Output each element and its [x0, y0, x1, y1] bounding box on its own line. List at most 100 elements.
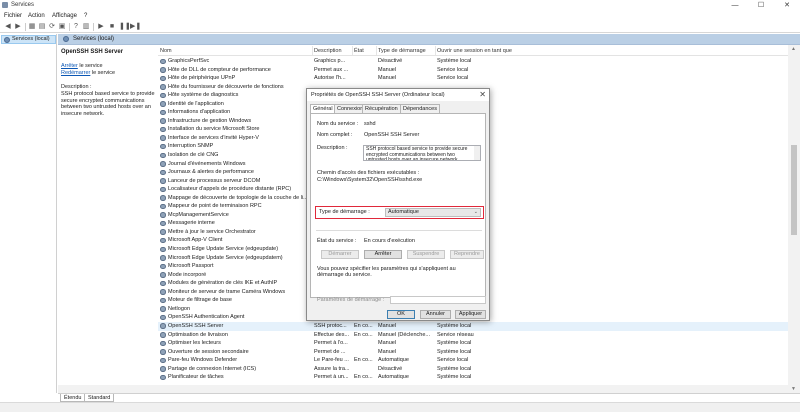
service-logon-cell: Service local: [437, 357, 469, 364]
start-params-hint: Vous pouvez spécifier les paramètres qui…: [317, 266, 456, 278]
service-name-cell: Microsoft Edge Update Service (edgeupdat…: [168, 254, 283, 261]
restart-icon[interactable]: ▶❚: [130, 23, 141, 31]
column-separator[interactable]: [435, 46, 436, 55]
tab-standard[interactable]: Standard: [84, 394, 115, 402]
gear-icon: [160, 84, 166, 90]
maximize-button[interactable]: ☐: [748, 0, 774, 11]
refresh-icon[interactable]: ⟳: [48, 23, 56, 31]
start-params-input[interactable]: [390, 296, 486, 304]
gear-icon: [160, 263, 166, 270]
gear-icon: [160, 366, 166, 372]
table-row[interactable]: Hôte de DLL de compteur de performance Pe…: [158, 66, 788, 75]
dialog-close-icon[interactable]: ✕: [479, 90, 486, 99]
column-header-logon[interactable]: Ouvrir une session en tant que: [437, 48, 512, 54]
description-label: Description :: [61, 84, 92, 90]
column-header-description[interactable]: Description: [314, 48, 342, 54]
startup-type-select[interactable]: Automatique ⌄: [385, 208, 481, 217]
gear-icon: [160, 186, 166, 193]
service-name-cell: Optimiser les lecteurs: [168, 340, 221, 347]
service-description-cell: Permet à un...: [314, 374, 349, 381]
column-separator[interactable]: [312, 46, 313, 55]
ok-button[interactable]: OK: [387, 310, 415, 319]
tab-etendu[interactable]: Étendu: [60, 394, 86, 402]
gear-icon: [160, 340, 166, 347]
tree-item-services-local[interactable]: Services (local): [1, 35, 56, 44]
column-header-state[interactable]: État: [354, 48, 364, 54]
stop-link[interactable]: Arrêter: [61, 63, 78, 69]
table-row[interactable]: Partage de connexion Internet (ICS) Assur…: [158, 365, 788, 374]
properties-dialog: Propriétés de OpenSSH SSH Server (Ordina…: [306, 88, 490, 321]
cancel-button[interactable]: Annuler: [420, 310, 451, 319]
service-name-value: sshd: [364, 121, 376, 127]
menu-fichier[interactable]: Fichier: [4, 13, 22, 19]
scroll-thumb[interactable]: [791, 145, 797, 235]
back-icon[interactable]: ◀: [4, 23, 12, 31]
tab-recuperation[interactable]: Récupération: [362, 104, 401, 113]
export-icon[interactable]: ▣: [58, 23, 66, 31]
column-separator[interactable]: [352, 46, 353, 55]
forward-icon[interactable]: ▶: [14, 23, 22, 31]
menu-action[interactable]: Action: [28, 13, 45, 19]
service-state-cell: En co...: [354, 331, 373, 338]
display-name-label: Nom complet :: [317, 132, 353, 138]
gear-icon: [160, 272, 166, 278]
table-row[interactable]: Pare-feu Windows Defender Le Pare-feu ...…: [158, 356, 788, 365]
gear-icon: [160, 135, 166, 141]
properties-icon[interactable]: ▤: [38, 23, 46, 31]
horizontal-scrollbar[interactable]: [58, 385, 788, 393]
description-field[interactable]: SSH protocol based service to provide se…: [363, 145, 481, 161]
stop-button[interactable]: Arrêter: [364, 250, 402, 259]
gear-icon: [4, 37, 10, 43]
table-row[interactable]: OpenSSH SSH Server SSH protoc... En co... M…: [158, 321, 788, 331]
service-name-cell: McpManagementService: [168, 211, 229, 218]
stop-icon[interactable]: ■: [108, 23, 116, 31]
toolbar-separator: [25, 23, 26, 31]
column-header-name[interactable]: Nom: [160, 48, 172, 54]
pause-button[interactable]: Suspendre: [407, 250, 445, 259]
description-scrollbar[interactable]: [474, 146, 480, 160]
table-row[interactable]: GraphicsPerfSvc Graphics p... Désactivé Sys…: [158, 57, 788, 66]
table-row[interactable]: Optimisation de livraison Effectue des...…: [158, 331, 788, 340]
tree-item-label: Services (local): [12, 36, 50, 42]
view-icon[interactable]: ▥: [82, 23, 90, 31]
window-controls: — ☐ ✕: [722, 0, 800, 11]
menu-affichage[interactable]: Affichage: [52, 13, 77, 19]
help-icon[interactable]: ?: [72, 23, 80, 31]
restart-link[interactable]: Redémarrer: [61, 70, 90, 76]
view-tabs: Étendu Standard: [58, 393, 800, 402]
service-name-cell: OpenSSH SSH Server: [168, 322, 224, 329]
tab-dependances[interactable]: Dépendances: [400, 104, 440, 113]
menu-help[interactable]: ?: [84, 13, 87, 19]
gear-icon: [160, 289, 166, 295]
service-name-cell: Installation du service Microsoft Store: [168, 126, 260, 133]
service-name-cell: Moniteur de serveur de trame Caméra Wind…: [168, 288, 286, 295]
scroll-down-icon[interactable]: ▼: [791, 386, 796, 392]
minimize-button[interactable]: —: [722, 0, 748, 11]
scroll-up-icon[interactable]: ▲: [791, 46, 796, 52]
column-header-startup[interactable]: Type de démarrage: [378, 48, 426, 54]
service-name-cell: Hôte système de diagnostics: [168, 92, 239, 99]
service-logon-cell: Système local: [437, 322, 472, 329]
path-label: Chemin d'accès des fichiers exécutables …: [317, 170, 420, 176]
pause-icon[interactable]: ❚❚: [119, 23, 131, 31]
service-status-label: État du service :: [317, 238, 357, 244]
vertical-scrollbar[interactable]: ▲ ▼: [788, 45, 800, 393]
gear-icon: [160, 297, 166, 304]
table-row[interactable]: Optimiser les lecteurs Permet à l'o... Man…: [158, 339, 788, 348]
service-startup-cell: Manuel: [378, 66, 397, 73]
service-startup-cell: Manuel: [378, 75, 397, 82]
gear-icon: [63, 36, 69, 42]
table-row[interactable]: Ouverture de session secondaire Permet de…: [158, 348, 788, 357]
apply-button[interactable]: Appliquer: [455, 310, 486, 319]
play-icon[interactable]: ▶: [97, 23, 105, 31]
table-row[interactable]: Planificateur de tâches Permet à un... En …: [158, 373, 788, 382]
console-tree-icon[interactable]: ▦: [28, 23, 36, 31]
column-separator[interactable]: [376, 46, 377, 55]
start-button[interactable]: Démarrer: [321, 250, 359, 259]
service-name-cell: GraphicsPerfSvc: [168, 58, 210, 64]
service-name-cell: Journaux & alertes de performance: [168, 169, 254, 176]
gear-icon: [160, 67, 166, 73]
table-row[interactable]: Hôte de périphérique UPnP Autorise l'h...…: [158, 74, 788, 83]
resume-button[interactable]: Reprendre: [450, 250, 484, 259]
close-button[interactable]: ✕: [774, 0, 800, 11]
